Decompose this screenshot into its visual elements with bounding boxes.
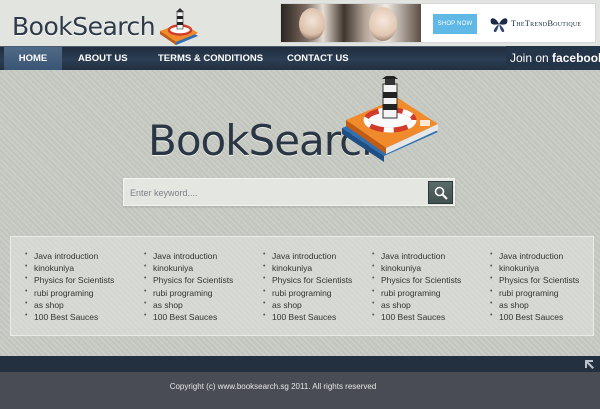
nav-terms-conditions[interactable]: TERMS & CONDITIONS bbox=[158, 47, 263, 70]
copyright-text: Copyright (c) www.booksearch.sg 2011. Al… bbox=[169, 382, 377, 391]
list-item: Physics for Scientists bbox=[263, 275, 352, 287]
list-item: Physics for Scientists bbox=[25, 275, 114, 287]
facebook-prefix: Join on bbox=[510, 51, 549, 65]
list-item: Java introduction bbox=[25, 251, 114, 263]
book-link[interactable]: Physics for Scientists bbox=[272, 275, 352, 285]
list-item: 100 Best Sauces bbox=[25, 312, 114, 324]
facebook-brand: facebook bbox=[552, 51, 600, 65]
nav-about-us[interactable]: ABOUT US bbox=[78, 47, 128, 70]
link-column: Java introduction kinokuniya Physics for… bbox=[25, 251, 114, 324]
book-link[interactable]: Java introduction bbox=[499, 251, 563, 261]
list-item: kinokuniya bbox=[372, 263, 461, 275]
book-link[interactable]: kinokuniya bbox=[34, 263, 74, 273]
book-link[interactable]: Physics for Scientists bbox=[381, 275, 461, 285]
book-link[interactable]: Physics for Scientists bbox=[153, 275, 233, 285]
list-item: kinokuniya bbox=[490, 263, 579, 275]
book-link[interactable]: Physics for Scientists bbox=[499, 275, 579, 285]
list-item: Physics for Scientists bbox=[490, 275, 579, 287]
site-logo-text: BookSearch bbox=[12, 12, 156, 41]
list-item: rubi programing bbox=[263, 288, 352, 300]
search-bar bbox=[123, 178, 455, 206]
site-logo[interactable]: BookSearch bbox=[12, 8, 202, 45]
nav-contact-us[interactable]: CONTACT US bbox=[287, 47, 349, 70]
book-link[interactable]: as shop bbox=[153, 300, 183, 310]
book-link[interactable]: kinokuniya bbox=[153, 263, 193, 273]
hero-logo: BookSearch bbox=[148, 76, 448, 176]
book-link[interactable]: as shop bbox=[272, 300, 302, 310]
list-item: Java introduction bbox=[372, 251, 461, 263]
list-item: kinokuniya bbox=[144, 263, 233, 275]
footer-bar bbox=[0, 356, 600, 372]
book-link[interactable]: rubi programing bbox=[272, 288, 332, 298]
list-item: 100 Best Sauces bbox=[144, 312, 233, 324]
list-item: as shop bbox=[144, 300, 233, 312]
ad-model-face bbox=[369, 7, 397, 41]
book-link[interactable]: rubi programing bbox=[153, 288, 213, 298]
book-link[interactable]: 100 Best Sauces bbox=[153, 312, 217, 322]
book-lighthouse-icon bbox=[342, 76, 438, 162]
ad-brand: TheTrendBoutique bbox=[489, 12, 593, 36]
book-link[interactable]: rubi programing bbox=[499, 288, 559, 298]
ad-model-face bbox=[299, 8, 325, 40]
book-link[interactable]: Java introduction bbox=[34, 251, 98, 261]
ad-shop-now-button[interactable]: SHOP NOW bbox=[433, 14, 477, 34]
book-link[interactable]: 100 Best Sauces bbox=[499, 312, 563, 322]
book-link[interactable]: 100 Best Sauces bbox=[34, 312, 98, 322]
join-facebook-link[interactable]: Join on facebook bbox=[506, 46, 600, 70]
book-link[interactable]: rubi programing bbox=[381, 288, 441, 298]
ad-brand-name: TheTrendBoutique bbox=[511, 18, 582, 28]
search-input[interactable] bbox=[130, 183, 426, 203]
link-column: Java introduction kinokuniya Physics for… bbox=[372, 251, 461, 324]
search-icon bbox=[434, 186, 448, 200]
list-item: rubi programing bbox=[144, 288, 233, 300]
list-item: rubi programing bbox=[372, 288, 461, 300]
list-item: 100 Best Sauces bbox=[372, 312, 461, 324]
link-column: Java introduction kinokuniya Physics for… bbox=[490, 251, 579, 324]
book-lighthouse-icon bbox=[160, 8, 198, 45]
book-link[interactable]: Java introduction bbox=[381, 251, 445, 261]
book-link[interactable]: kinokuniya bbox=[381, 263, 421, 273]
link-column: Java introduction kinokuniya Physics for… bbox=[263, 251, 352, 324]
book-link[interactable]: rubi programing bbox=[34, 288, 94, 298]
list-item: Physics for Scientists bbox=[372, 275, 461, 287]
book-link[interactable]: 100 Best Sauces bbox=[381, 312, 445, 322]
list-item: rubi programing bbox=[490, 288, 579, 300]
ad-photo bbox=[281, 4, 421, 42]
link-column: Java introduction kinokuniya Physics for… bbox=[144, 251, 233, 324]
list-item: as shop bbox=[263, 300, 352, 312]
book-link[interactable]: kinokuniya bbox=[499, 263, 539, 273]
search-button[interactable] bbox=[428, 181, 453, 204]
book-link[interactable]: kinokuniya bbox=[272, 263, 312, 273]
list-item: rubi programing bbox=[25, 288, 114, 300]
list-item: Java introduction bbox=[490, 251, 579, 263]
nav-home[interactable]: HOME bbox=[4, 47, 62, 70]
list-item: 100 Best Sauces bbox=[263, 312, 352, 324]
header: BookSearch SHOP NOW TheTrendBoutique bbox=[0, 0, 600, 46]
back-to-top-icon[interactable] bbox=[583, 358, 595, 370]
book-link[interactable]: as shop bbox=[499, 300, 529, 310]
list-item: as shop bbox=[372, 300, 461, 312]
list-item: 100 Best Sauces bbox=[490, 312, 579, 324]
book-links-panel: Java introduction kinokuniya Physics for… bbox=[10, 236, 594, 336]
book-link[interactable]: as shop bbox=[34, 300, 64, 310]
book-link[interactable]: 100 Best Sauces bbox=[272, 312, 336, 322]
book-link[interactable]: Physics for Scientists bbox=[34, 275, 114, 285]
butterfly-icon bbox=[490, 18, 508, 32]
footer: Copyright (c) www.booksearch.sg 2011. Al… bbox=[0, 372, 600, 409]
list-item: as shop bbox=[25, 300, 114, 312]
list-item: Java introduction bbox=[263, 251, 352, 263]
list-item: Physics for Scientists bbox=[144, 275, 233, 287]
list-item: Java introduction bbox=[144, 251, 233, 263]
list-item: as shop bbox=[490, 300, 579, 312]
book-link[interactable]: as shop bbox=[381, 300, 411, 310]
ad-banner[interactable]: SHOP NOW TheTrendBoutique bbox=[280, 3, 596, 43]
list-item: kinokuniya bbox=[263, 263, 352, 275]
book-link[interactable]: Java introduction bbox=[153, 251, 217, 261]
list-item: kinokuniya bbox=[25, 263, 114, 275]
book-link[interactable]: Java introduction bbox=[272, 251, 336, 261]
